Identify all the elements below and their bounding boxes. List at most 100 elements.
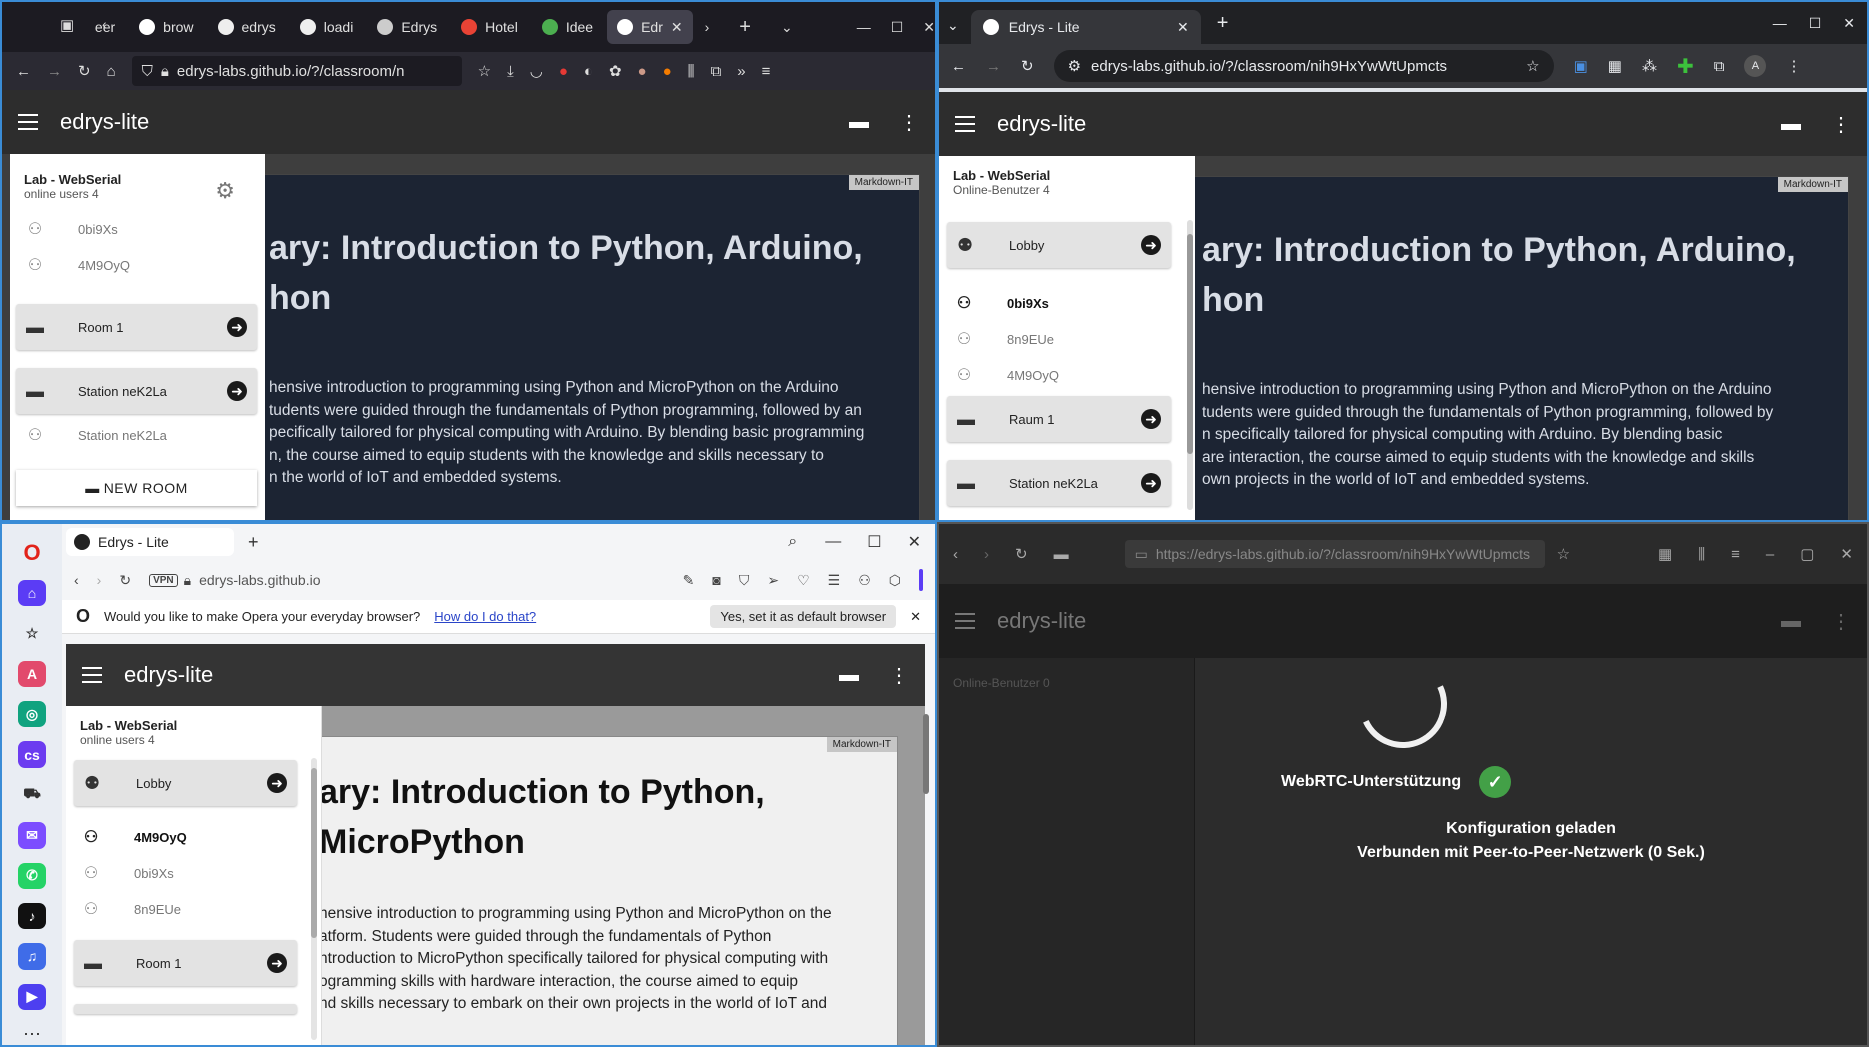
set-default-button[interactable]: Yes, set it as default browser (710, 605, 897, 628)
home-icon[interactable]: ⌂ (107, 63, 116, 80)
shopping-bag-icon[interactable]: ⛟ (18, 782, 46, 808)
extension-icon[interactable]: ● (638, 63, 647, 80)
room-card-lobby[interactable]: ⚉ Lobby ➜ (947, 222, 1171, 268)
reload-icon[interactable]: ↻ (78, 62, 91, 80)
menu-icon[interactable] (955, 116, 975, 132)
chevron-right-icon[interactable]: › (705, 19, 710, 35)
close-icon[interactable]: ✕ (671, 19, 683, 36)
address-bar[interactable]: ▭ https://edrys-labs.github.io/?/classro… (1124, 540, 1545, 568)
forward-icon[interactable]: › (984, 546, 989, 563)
menu-icon[interactable] (955, 613, 975, 629)
close-window-icon[interactable]: ✕ (923, 19, 935, 36)
minimize-icon[interactable]: — (1773, 15, 1787, 31)
new-tab-icon[interactable]: + (739, 16, 751, 39)
library-icon[interactable]: ⫼ (1698, 546, 1705, 563)
easy-setup-icon[interactable]: ☰ (828, 572, 841, 589)
room-card-room1[interactable]: ▬ Room 1 ➜ (16, 304, 257, 350)
room-card-room1[interactable]: ▬ Room 1 ➜ (74, 940, 297, 986)
url-text[interactable]: edrys-labs.github.io (199, 572, 320, 588)
arrow-right-icon[interactable]: ➜ (227, 317, 247, 337)
menu-icon[interactable]: ≡ (762, 63, 771, 80)
tab[interactable]: Hotel (451, 10, 528, 44)
grid-icon[interactable]: ▦ (1658, 545, 1672, 563)
maximize-icon[interactable]: ☐ (867, 532, 881, 552)
room-card-station[interactable]: ▬ Station neK2La ➜ (947, 460, 1171, 506)
tab[interactable]: loadi (290, 10, 364, 44)
aria-icon[interactable]: A (18, 660, 46, 688)
minimize-icon[interactable]: – (1766, 546, 1774, 563)
minimize-icon[interactable]: — (825, 533, 841, 551)
profile-icon[interactable]: ⚇ (858, 572, 871, 589)
heart-icon[interactable]: ♡ (797, 572, 810, 589)
more-vert-icon[interactable]: ⋮ (1786, 57, 1801, 75)
more-vert-icon[interactable]: ⋮ (889, 663, 909, 688)
more-vert-icon[interactable]: ⋮ (1831, 112, 1851, 137)
menu-icon[interactable] (82, 667, 102, 683)
extension-icon[interactable]: ▦ (1608, 57, 1622, 75)
library-icon[interactable]: ⫼ (688, 63, 695, 80)
more-horiz-icon[interactable]: ⋯ (23, 1024, 41, 1045)
cube-icon[interactable]: ⬡ (889, 572, 901, 589)
forward-icon[interactable]: › (97, 572, 102, 588)
chat-icon[interactable]: ▬ (839, 664, 859, 687)
scrollbar[interactable] (1187, 220, 1193, 510)
messenger-icon[interactable]: ✉ (18, 822, 46, 849)
search-icon[interactable]: ⌕ (788, 533, 797, 551)
avatar[interactable]: A (1744, 55, 1767, 77)
bookmark-star-icon[interactable]: ☆ (1526, 57, 1539, 75)
page-scrollbar[interactable] (923, 714, 931, 1044)
menu-icon[interactable] (18, 114, 38, 130)
back-icon[interactable]: ‹ (74, 572, 79, 588)
tiktok-icon[interactable]: ♪ (18, 902, 46, 930)
vpn-badge[interactable]: VPN (149, 573, 178, 587)
chat-icon[interactable]: ▬ (1781, 610, 1801, 633)
settings-gear-icon[interactable]: ⚙ (215, 178, 235, 204)
player-icon[interactable]: ▶ (18, 983, 46, 1010)
adblock-icon[interactable]: ● (559, 63, 568, 80)
close-icon[interactable]: ✕ (910, 609, 921, 625)
chatgpt-icon[interactable]: ◎ (18, 701, 46, 728)
chatsonic-icon[interactable]: cs (18, 741, 46, 768)
opera-logo-icon[interactable]: O (23, 540, 40, 566)
banner-link[interactable]: How do I do that? (434, 609, 536, 624)
puzzle-icon[interactable]: ⧉ (711, 63, 722, 80)
forward-icon[interactable]: → (986, 58, 1001, 75)
tab-active[interactable]: Edrys - Lite (66, 528, 234, 556)
arrow-right-icon[interactable]: ➜ (1141, 235, 1161, 255)
room-card-raum1[interactable]: ▬ Raum 1 ➜ (947, 396, 1171, 442)
chat-icon[interactable]: ▬ (849, 111, 869, 134)
forward-icon[interactable]: → (47, 63, 62, 80)
back-icon[interactable]: ← (16, 63, 31, 80)
chat-icon[interactable]: ▬ (1781, 113, 1801, 136)
tab[interactable]: edrys (208, 10, 286, 44)
extension-icon[interactable]: ✿ (609, 62, 622, 80)
close-window-icon[interactable]: ✕ (908, 532, 921, 552)
music-icon[interactable]: ♫ (18, 943, 46, 970)
reload-icon[interactable]: ↻ (1021, 57, 1034, 75)
tab-search-icon[interactable]: ⌄ (947, 17, 959, 34)
arrow-right-icon[interactable]: ➜ (1141, 409, 1161, 429)
room-card-station[interactable]: ▬ Station neK2La ➜ (16, 368, 257, 414)
overflow-icon[interactable]: » (737, 63, 745, 80)
download-icon[interactable]: ⤓ (507, 63, 514, 80)
arrow-right-icon[interactable]: ➜ (1141, 473, 1161, 493)
shield-icon[interactable]: ⛉ (739, 572, 750, 589)
maximize-icon[interactable]: ☐ (1809, 15, 1822, 32)
address-bar[interactable]: ⚙ edrys-labs.github.io/?/classroom/nih9H… (1053, 50, 1554, 82)
home-icon[interactable]: ⌂ (18, 580, 46, 607)
close-window-icon[interactable]: ✕ (1840, 545, 1853, 563)
new-tab-icon[interactable]: + (248, 532, 259, 553)
send-icon[interactable]: ➢ (767, 572, 779, 589)
more-vert-icon[interactable]: ⋮ (899, 110, 919, 135)
puzzle-icon[interactable]: ⧉ (1714, 58, 1725, 75)
maximize-icon[interactable]: ▢ (1800, 545, 1814, 563)
scrollbar[interactable] (311, 758, 317, 1040)
close-window-icon[interactable]: ✕ (1843, 15, 1855, 32)
plus-icon[interactable]: ✚ (1677, 54, 1694, 79)
reload-icon[interactable]: ↻ (1015, 545, 1028, 563)
address-bar[interactable]: ⛉ 🔒︎ edrys-labs.github.io/?/classroom/n (131, 56, 462, 86)
arrow-right-icon[interactable]: ➜ (267, 953, 287, 973)
tab-icon[interactable]: ▬ (1054, 546, 1069, 563)
bookmarks-icon[interactable]: ☆ (18, 620, 46, 646)
chevron-left-icon[interactable]: ‹ (102, 16, 107, 32)
